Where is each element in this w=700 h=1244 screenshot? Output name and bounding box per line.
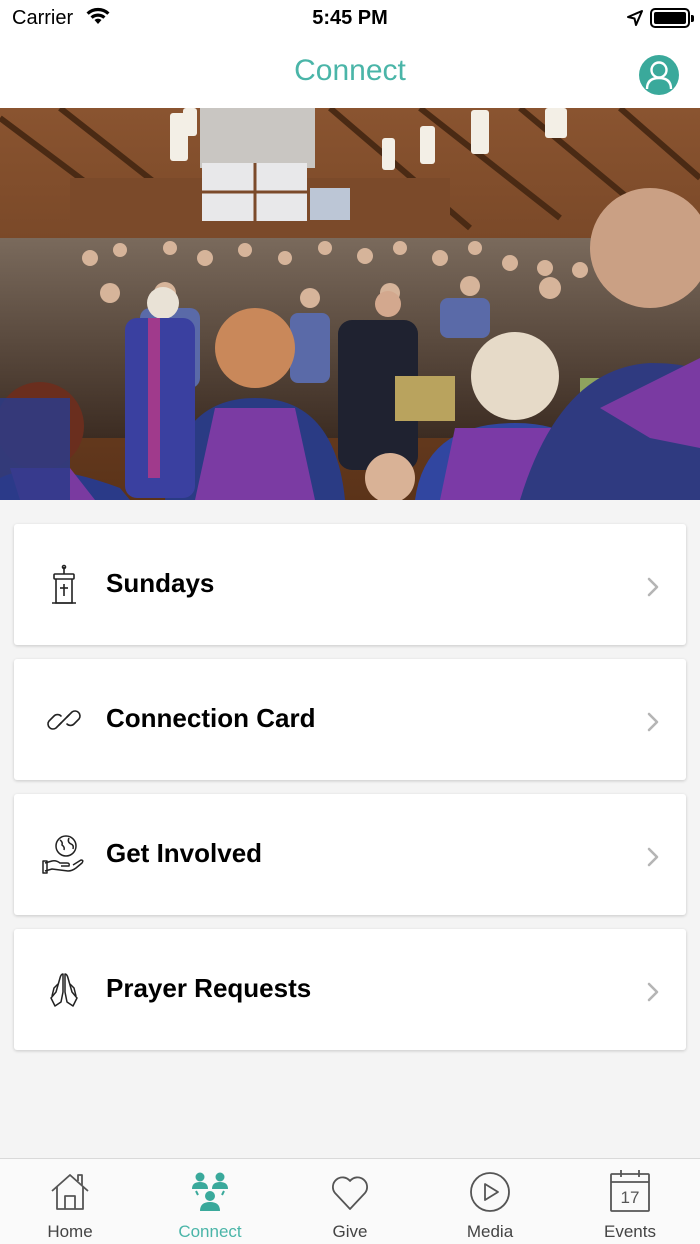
menu-item-sundays[interactable]: Sundays <box>14 524 686 645</box>
tab-label: Media <box>466 1222 514 1241</box>
location-arrow-icon <box>627 10 643 26</box>
menu-item-prayer-requests[interactable]: Prayer Requests <box>14 929 686 1050</box>
page-title: Connect <box>294 54 406 87</box>
church-congregation-photo <box>0 108 700 500</box>
tab-label: Give <box>332 1222 368 1241</box>
calendar-icon: 17 <box>610 1170 650 1212</box>
connect-menu: Sundays Connection Card Get Involved Pra… <box>14 524 686 1064</box>
praying-hands-icon <box>50 973 78 1007</box>
user-icon <box>645 61 673 90</box>
nav-bar: Connect <box>0 38 700 108</box>
menu-item-label: Prayer Requests <box>106 973 312 1003</box>
menu-item-label: Get Involved <box>106 838 263 868</box>
menu-item-label: Sundays <box>106 568 215 598</box>
chevron-right-icon <box>647 847 659 867</box>
status-bar: Carrier 5:45 PM <box>0 0 700 38</box>
people-icon <box>192 1172 228 1211</box>
tab-connect[interactable]: Connect <box>140 1159 280 1244</box>
tab-bar: Home Connect Give Media 17 Events <box>0 1158 700 1244</box>
menu-item-get-involved[interactable]: Get Involved <box>14 794 686 915</box>
pulpit-icon <box>52 564 76 604</box>
home-icon <box>51 1174 89 1210</box>
tab-label: Home <box>47 1222 93 1241</box>
hero-image <box>0 108 700 500</box>
menu-item-label: Connection Card <box>106 703 316 733</box>
tab-label: Connect <box>178 1222 242 1241</box>
tab-media[interactable]: Media <box>420 1159 560 1244</box>
clock: 5:45 PM <box>312 7 388 29</box>
tab-give[interactable]: Give <box>280 1159 420 1244</box>
chevron-right-icon <box>647 577 659 597</box>
profile-button[interactable] <box>639 55 679 95</box>
heart-icon <box>332 1176 368 1210</box>
calendar-day: 17 <box>621 1188 640 1207</box>
tab-events[interactable]: 17 Events <box>560 1159 700 1244</box>
tab-home[interactable]: Home <box>0 1159 140 1244</box>
globe-hand-icon <box>42 835 84 874</box>
play-icon <box>470 1172 510 1212</box>
chevron-right-icon <box>647 712 659 732</box>
chevron-right-icon <box>647 982 659 1002</box>
menu-item-connection-card[interactable]: Connection Card <box>14 659 686 780</box>
battery-icon <box>650 8 694 28</box>
link-icon <box>47 710 81 730</box>
tab-label: Events <box>604 1222 656 1241</box>
